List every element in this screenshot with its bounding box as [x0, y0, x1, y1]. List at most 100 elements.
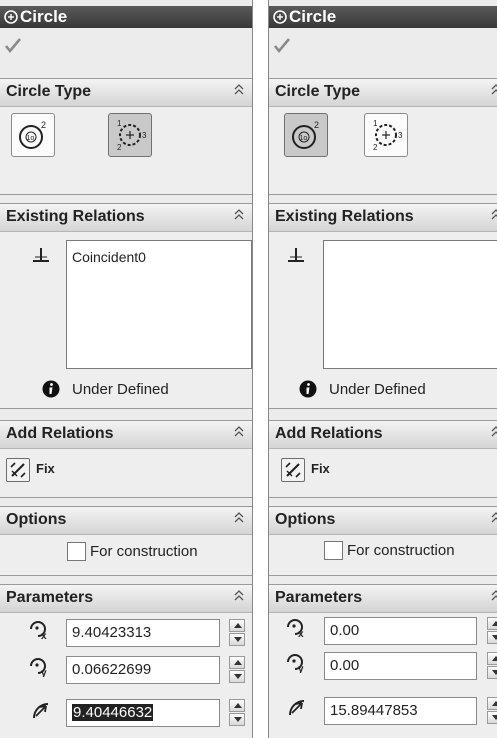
center-x-value: 0.00: [330, 622, 360, 639]
spin-up-button[interactable]: [229, 699, 245, 712]
svg-text:x: x: [41, 631, 47, 640]
section-title: Options: [275, 511, 336, 528]
fix-relation-button[interactable]: [6, 458, 30, 482]
circle-sketch-icon: [273, 10, 287, 24]
section-title: Circle Type: [275, 83, 361, 100]
radius-spinner[interactable]: [487, 697, 497, 725]
spin-up-button[interactable]: [487, 652, 497, 665]
options-header[interactable]: Options: [269, 507, 497, 535]
spin-up-button[interactable]: [229, 656, 245, 669]
chevron-up-icon[interactable]: [491, 512, 497, 524]
construction-label[interactable]: For construction: [347, 542, 455, 559]
perimeter-circle-button[interactable]: 1 3 2: [364, 113, 408, 157]
chevron-up-icon[interactable]: [491, 426, 497, 438]
fix-label[interactable]: Fix: [311, 461, 330, 476]
fix-relation-icon: [285, 462, 301, 478]
svg-text:2: 2: [117, 143, 122, 152]
center-y-input[interactable]: 0.00: [324, 652, 477, 680]
add-relations-header[interactable]: Add Relations: [0, 421, 252, 449]
spin-up-button[interactable]: [487, 697, 497, 710]
chevron-up-icon[interactable]: [234, 512, 244, 524]
existing-relations-section: Existing Relations Under Defined: [269, 203, 497, 409]
center-y-spinner[interactable]: [229, 656, 245, 684]
chevron-up-icon[interactable]: [491, 209, 497, 221]
circle-type-header[interactable]: Circle Type: [269, 79, 497, 107]
center-y-value: 0.00: [330, 657, 360, 674]
construction-label[interactable]: For construction: [90, 543, 198, 560]
center-y-icon: y: [287, 654, 304, 673]
circle-type-header[interactable]: Circle Type: [0, 79, 252, 107]
svg-text:y: y: [41, 668, 47, 677]
perimeter-circle-button[interactable]: 1 3 2: [108, 113, 152, 157]
existing-relations-header[interactable]: Existing Relations: [269, 204, 497, 232]
parameters-section: Parameters x 0.00 y 0.00 15.89447853: [269, 584, 497, 738]
info-icon: [299, 380, 317, 398]
center-x-spinner[interactable]: [229, 619, 245, 647]
existing-relations-section: Existing Relations Coincident0 Under Def…: [0, 203, 252, 409]
spin-down-button[interactable]: [487, 666, 497, 679]
center-x-input[interactable]: 9.40423313: [66, 619, 220, 647]
construction-checkbox[interactable]: [324, 541, 343, 560]
radius-input[interactable]: 9.40446632: [66, 699, 220, 727]
chevron-up-icon[interactable]: [234, 209, 244, 221]
spin-down-button[interactable]: [487, 711, 497, 724]
relation-item[interactable]: Coincident0: [72, 249, 146, 265]
center-y-input[interactable]: 0.06622699: [66, 656, 220, 684]
center-x-input[interactable]: 0.00: [324, 617, 477, 645]
relations-list[interactable]: Coincident0: [66, 240, 252, 369]
svg-text:2: 2: [314, 120, 319, 130]
center-circle-button[interactable]: 1o 2: [284, 113, 328, 157]
spin-down-button[interactable]: [229, 633, 245, 646]
fix-relation-button[interactable]: [281, 458, 305, 482]
spin-up-button[interactable]: [487, 617, 497, 630]
chevron-up-icon[interactable]: [491, 590, 497, 602]
construction-checkbox[interactable]: [67, 542, 86, 561]
section-title: Add Relations: [6, 425, 114, 442]
radius-input[interactable]: 15.89447853: [324, 697, 477, 725]
radius-icon: [33, 703, 49, 719]
fix-label[interactable]: Fix: [36, 461, 55, 476]
spin-down-button[interactable]: [229, 713, 245, 726]
svg-text:1: 1: [117, 119, 122, 128]
panel-title: Circle: [20, 7, 68, 26]
add-relations-section: Add Relations Fix: [0, 420, 252, 498]
section-title: Existing Relations: [275, 208, 414, 225]
center-x-spinner[interactable]: [487, 617, 497, 645]
chevron-up-icon[interactable]: [234, 84, 244, 96]
parameters-header[interactable]: Parameters: [0, 585, 252, 613]
section-title: Circle Type: [6, 83, 92, 100]
section-title: Options: [6, 511, 67, 528]
chevron-up-icon[interactable]: [234, 590, 244, 602]
parameters-header[interactable]: Parameters: [269, 585, 497, 613]
options-header[interactable]: Options: [0, 507, 252, 535]
spin-down-button[interactable]: [487, 631, 497, 644]
circle-sketch-icon: [4, 10, 18, 24]
svg-text:x: x: [298, 629, 304, 638]
section-title: Existing Relations: [6, 208, 145, 225]
panel-title-bar: Circle: [269, 6, 497, 28]
status-text: Under Defined: [329, 381, 426, 398]
panel-title-bar: Circle: [0, 6, 252, 28]
spin-down-button[interactable]: [229, 670, 245, 683]
perpendicular-relation-icon: [288, 248, 304, 262]
center-circle-button[interactable]: 1o 2: [11, 113, 55, 157]
checkmark-icon[interactable]: [4, 36, 22, 54]
chevron-up-icon[interactable]: [234, 426, 244, 438]
add-relations-header[interactable]: Add Relations: [269, 421, 497, 449]
spin-up-button[interactable]: [229, 619, 245, 632]
options-section: Options For construction: [269, 506, 497, 576]
center-x-value: 9.40423313: [72, 624, 152, 641]
existing-relations-header[interactable]: Existing Relations: [0, 204, 252, 232]
relations-list[interactable]: [323, 240, 497, 369]
perimeter-circle-icon: 1 3 2: [373, 119, 403, 152]
checkmark-icon[interactable]: [273, 36, 291, 54]
center-y-spinner[interactable]: [487, 652, 497, 680]
radius-spinner[interactable]: [229, 699, 245, 727]
center-y-value: 0.06622699: [72, 661, 152, 678]
center-circle-icon: 1o 2: [292, 120, 319, 149]
perimeter-circle-icon: 1 3 2: [117, 119, 147, 152]
chevron-up-icon[interactable]: [491, 84, 497, 96]
circle-property-manager-left: Circle Circle Type 1o 2 1 3 2 Existing R…: [0, 0, 253, 738]
center-circle-icon: 1o 2: [19, 120, 46, 149]
options-section: Options For construction: [0, 506, 252, 576]
